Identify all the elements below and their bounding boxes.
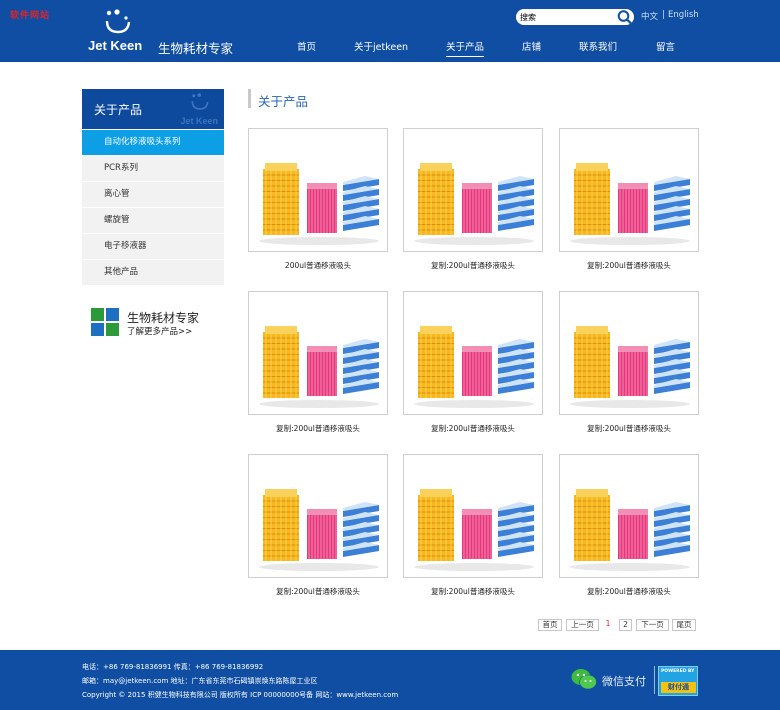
product-image-frame[interactable] — [403, 291, 543, 415]
jetkeen-dots-icon[interactable] — [104, 9, 132, 35]
jetkeen-dots-watermark-icon — [191, 93, 209, 110]
footer-address: 邮箱：may@jetkeen.com 地址：广东省东莞市石碣镇崇焕东路陈屋工业区 — [82, 677, 318, 685]
footer-copyright: Copyright © 2015 积健生物科技有限公司 版权所有 ICP 000… — [82, 691, 399, 699]
nav-products[interactable]: 关于产品 — [446, 39, 485, 57]
logo-english[interactable]: Jet Keen — [88, 38, 142, 53]
nav-message[interactable]: 留言 — [656, 39, 675, 53]
product-name[interactable]: 复制:200ul普通移液吸头 — [559, 423, 699, 434]
product-name[interactable]: 复制:200ul普通移液吸头 — [403, 260, 543, 271]
nav-home[interactable]: 首页 — [297, 39, 316, 53]
footer-contact: 电话：+86 769-81836991 传真：+86 769-81836992 — [82, 663, 264, 671]
nav-contact[interactable]: 联系我们 — [579, 39, 617, 53]
page-2-link[interactable]: 2 — [619, 619, 632, 631]
pipette-tip-rack-image — [570, 489, 690, 571]
pipette-tip-rack-image — [570, 326, 690, 408]
footer-divider — [654, 666, 655, 694]
nav-store[interactable]: 店铺 — [522, 39, 541, 53]
sidebar-item-automation-tips[interactable]: 自动化移液吸头系列 — [82, 130, 224, 155]
logo-chinese[interactable]: 生物耗材专家 — [158, 38, 233, 57]
corner-mark: 软件网站 — [10, 11, 51, 21]
sidebar-item-screw-tube[interactable]: 螺旋管 — [82, 208, 224, 233]
nav-about-jetkeen[interactable]: 关于jetkeen — [354, 39, 408, 53]
sidebar-title: 关于产品 — [94, 103, 143, 117]
promo-title: 生物耗材专家 — [127, 311, 200, 325]
search-icon[interactable] — [616, 9, 633, 25]
page-next-button[interactable]: 下一页 — [636, 619, 669, 631]
product-name[interactable]: 复制:200ul普通移液吸头 — [559, 260, 699, 271]
product-image-frame[interactable] — [559, 454, 699, 578]
pipette-tip-rack-image — [259, 489, 379, 571]
product-image-frame[interactable] — [559, 291, 699, 415]
product-name[interactable]: 复制:200ul普通移液吸头 — [559, 586, 699, 597]
pipette-tip-rack-image — [414, 163, 534, 245]
site-header: 软件网站 Jet Keen 生物耗材专家 中文 | English 首页 关于j… — [0, 0, 780, 62]
sidebar-item-electronic-pipette[interactable]: 电子移液器 — [82, 234, 224, 259]
page-1-link[interactable]: 1 — [602, 619, 614, 631]
product-name[interactable]: 复制:200ul普通移液吸头 — [403, 423, 543, 434]
pipette-tip-rack-image — [414, 326, 534, 408]
product-name[interactable]: 复制:200ul普通移液吸头 — [403, 586, 543, 597]
grid-squares-icon — [91, 308, 119, 336]
product-image-frame[interactable] — [403, 128, 543, 252]
product-name[interactable]: 复制:200ul普通移液吸头 — [248, 586, 388, 597]
main-title-bar — [248, 89, 251, 108]
sidebar-item-other-products[interactable]: 其他产品 — [82, 260, 224, 285]
product-name[interactable]: 复制:200ul普通移液吸头 — [248, 423, 388, 434]
pipette-tip-rack-image — [414, 489, 534, 571]
page-title: 关于产品 — [258, 94, 309, 109]
page-first-button[interactable]: 首页 — [538, 619, 562, 631]
powered-by-badge[interactable]: POWERED BY 财付通 — [658, 666, 698, 696]
tenpay-logo: 财付通 — [661, 682, 696, 693]
sidebar-title-box: 关于产品 Jet Keen — [82, 89, 224, 129]
sidebar-item-centrifuge-tube[interactable]: 离心管 — [82, 182, 224, 207]
pipette-tip-rack-image — [259, 163, 379, 245]
lang-separator: | — [662, 10, 665, 20]
promo-more-link[interactable]: 了解更多产品>> — [127, 325, 192, 337]
product-image-frame[interactable] — [559, 128, 699, 252]
product-image-frame[interactable] — [248, 454, 388, 578]
product-name[interactable]: 200ul普通移液吸头 — [248, 260, 388, 271]
sidebar-watermark: Jet Keen — [180, 116, 218, 126]
wechat-pay-label: 微信支付 — [602, 675, 646, 688]
search-box — [516, 9, 634, 25]
wechat-icon[interactable] — [571, 668, 597, 690]
page-prev-button[interactable]: 上一页 — [566, 619, 599, 631]
lang-english-link[interactable]: English — [668, 10, 699, 20]
pipette-tip-rack-image — [570, 163, 690, 245]
powered-by-text: POWERED BY — [661, 669, 695, 674]
product-image-frame[interactable] — [248, 291, 388, 415]
product-image-frame[interactable] — [403, 454, 543, 578]
product-image-frame[interactable] — [248, 128, 388, 252]
lang-chinese-link[interactable]: 中文 — [641, 10, 658, 22]
search-input[interactable] — [520, 10, 612, 24]
sidebar-item-pcr[interactable]: PCR系列 — [82, 156, 224, 181]
pipette-tip-rack-image — [259, 326, 379, 408]
page-last-button[interactable]: 尾页 — [672, 619, 696, 631]
